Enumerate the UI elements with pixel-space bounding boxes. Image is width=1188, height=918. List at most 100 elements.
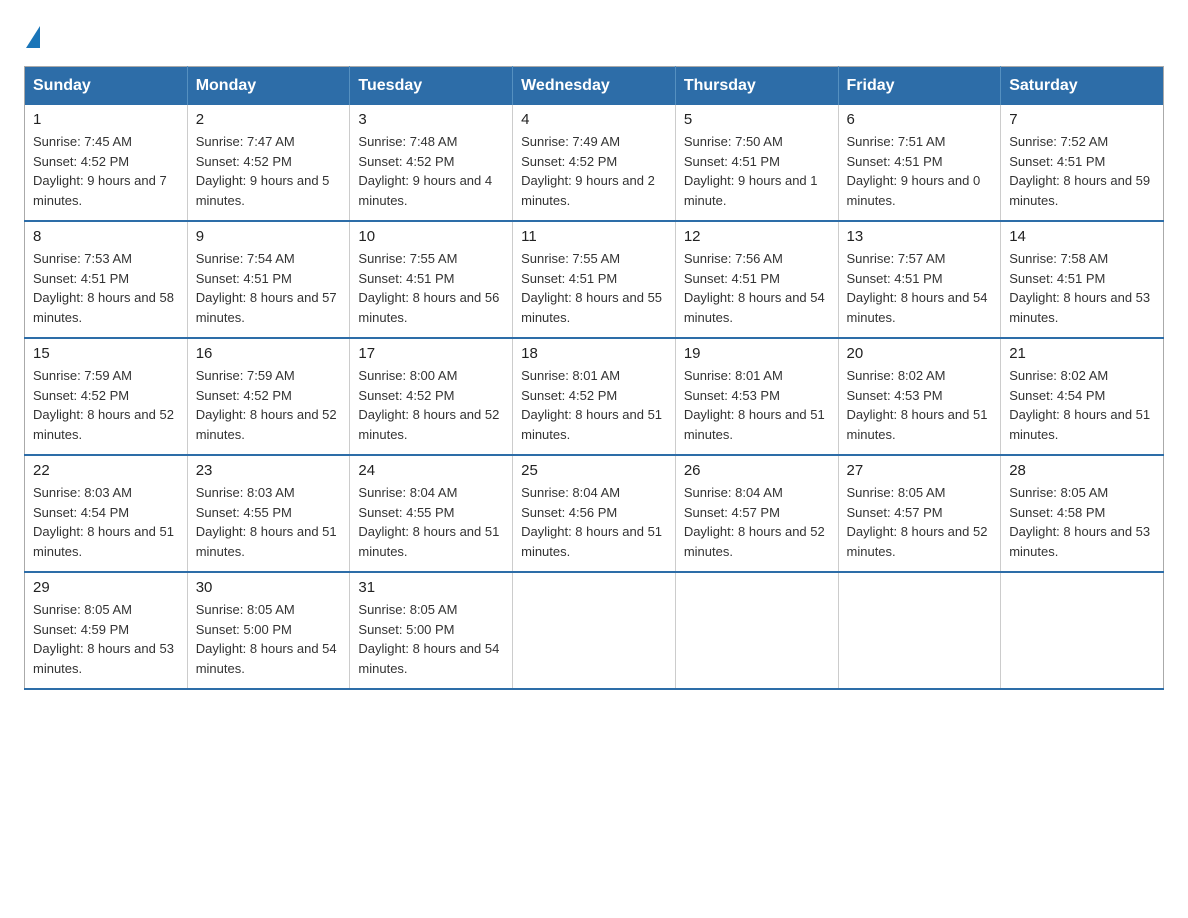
day-number: 20 <box>847 345 993 362</box>
col-thursday: Thursday <box>675 67 838 106</box>
calendar-cell: 23 Sunrise: 8:03 AM Sunset: 4:55 PM Dayl… <box>187 455 350 572</box>
page-header <box>24 24 1164 46</box>
day-info: Sunrise: 7:56 AM Sunset: 4:51 PM Dayligh… <box>684 249 830 327</box>
calendar-cell: 27 Sunrise: 8:05 AM Sunset: 4:57 PM Dayl… <box>838 455 1001 572</box>
calendar-cell: 24 Sunrise: 8:04 AM Sunset: 4:55 PM Dayl… <box>350 455 513 572</box>
day-number: 30 <box>196 579 342 596</box>
calendar-cell <box>1001 572 1164 689</box>
day-number: 9 <box>196 228 342 245</box>
calendar-cell: 15 Sunrise: 7:59 AM Sunset: 4:52 PM Dayl… <box>25 338 188 455</box>
day-info: Sunrise: 7:48 AM Sunset: 4:52 PM Dayligh… <box>358 132 504 210</box>
day-number: 7 <box>1009 111 1155 128</box>
calendar-table: Sunday Monday Tuesday Wednesday Thursday… <box>24 66 1164 690</box>
calendar-cell: 20 Sunrise: 8:02 AM Sunset: 4:53 PM Dayl… <box>838 338 1001 455</box>
calendar-cell: 8 Sunrise: 7:53 AM Sunset: 4:51 PM Dayli… <box>25 221 188 338</box>
day-info: Sunrise: 8:03 AM Sunset: 4:55 PM Dayligh… <box>196 483 342 561</box>
day-info: Sunrise: 8:01 AM Sunset: 4:52 PM Dayligh… <box>521 366 667 444</box>
day-info: Sunrise: 7:55 AM Sunset: 4:51 PM Dayligh… <box>521 249 667 327</box>
day-info: Sunrise: 7:59 AM Sunset: 4:52 PM Dayligh… <box>33 366 179 444</box>
calendar-body: 1 Sunrise: 7:45 AM Sunset: 4:52 PM Dayli… <box>25 105 1164 689</box>
days-of-week-row: Sunday Monday Tuesday Wednesday Thursday… <box>25 67 1164 106</box>
day-number: 27 <box>847 462 993 479</box>
day-number: 29 <box>33 579 179 596</box>
calendar-cell: 6 Sunrise: 7:51 AM Sunset: 4:51 PM Dayli… <box>838 105 1001 221</box>
calendar-cell <box>675 572 838 689</box>
calendar-cell: 12 Sunrise: 7:56 AM Sunset: 4:51 PM Dayl… <box>675 221 838 338</box>
col-wednesday: Wednesday <box>513 67 676 106</box>
day-number: 26 <box>684 462 830 479</box>
day-number: 10 <box>358 228 504 245</box>
calendar-cell <box>838 572 1001 689</box>
calendar-week-row: 29 Sunrise: 8:05 AM Sunset: 4:59 PM Dayl… <box>25 572 1164 689</box>
calendar-cell: 18 Sunrise: 8:01 AM Sunset: 4:52 PM Dayl… <box>513 338 676 455</box>
day-info: Sunrise: 8:02 AM Sunset: 4:54 PM Dayligh… <box>1009 366 1155 444</box>
day-info: Sunrise: 7:49 AM Sunset: 4:52 PM Dayligh… <box>521 132 667 210</box>
day-info: Sunrise: 7:55 AM Sunset: 4:51 PM Dayligh… <box>358 249 504 327</box>
calendar-week-row: 15 Sunrise: 7:59 AM Sunset: 4:52 PM Dayl… <box>25 338 1164 455</box>
day-number: 31 <box>358 579 504 596</box>
day-number: 11 <box>521 228 667 245</box>
day-info: Sunrise: 8:05 AM Sunset: 5:00 PM Dayligh… <box>358 600 504 678</box>
day-number: 22 <box>33 462 179 479</box>
day-number: 18 <box>521 345 667 362</box>
calendar-cell: 3 Sunrise: 7:48 AM Sunset: 4:52 PM Dayli… <box>350 105 513 221</box>
calendar-cell <box>513 572 676 689</box>
calendar-week-row: 8 Sunrise: 7:53 AM Sunset: 4:51 PM Dayli… <box>25 221 1164 338</box>
day-number: 23 <box>196 462 342 479</box>
col-tuesday: Tuesday <box>350 67 513 106</box>
day-number: 5 <box>684 111 830 128</box>
day-info: Sunrise: 8:03 AM Sunset: 4:54 PM Dayligh… <box>33 483 179 561</box>
day-number: 15 <box>33 345 179 362</box>
day-info: Sunrise: 8:04 AM Sunset: 4:55 PM Dayligh… <box>358 483 504 561</box>
day-number: 24 <box>358 462 504 479</box>
day-number: 16 <box>196 345 342 362</box>
calendar-cell: 28 Sunrise: 8:05 AM Sunset: 4:58 PM Dayl… <box>1001 455 1164 572</box>
calendar-cell: 26 Sunrise: 8:04 AM Sunset: 4:57 PM Dayl… <box>675 455 838 572</box>
day-number: 2 <box>196 111 342 128</box>
calendar-cell: 19 Sunrise: 8:01 AM Sunset: 4:53 PM Dayl… <box>675 338 838 455</box>
day-number: 3 <box>358 111 504 128</box>
day-info: Sunrise: 8:05 AM Sunset: 4:58 PM Dayligh… <box>1009 483 1155 561</box>
calendar-week-row: 22 Sunrise: 8:03 AM Sunset: 4:54 PM Dayl… <box>25 455 1164 572</box>
calendar-week-row: 1 Sunrise: 7:45 AM Sunset: 4:52 PM Dayli… <box>25 105 1164 221</box>
calendar-cell: 16 Sunrise: 7:59 AM Sunset: 4:52 PM Dayl… <box>187 338 350 455</box>
day-info: Sunrise: 7:58 AM Sunset: 4:51 PM Dayligh… <box>1009 249 1155 327</box>
day-number: 14 <box>1009 228 1155 245</box>
day-number: 13 <box>847 228 993 245</box>
day-number: 4 <box>521 111 667 128</box>
logo <box>24 24 42 46</box>
day-number: 6 <box>847 111 993 128</box>
day-number: 21 <box>1009 345 1155 362</box>
calendar-cell: 5 Sunrise: 7:50 AM Sunset: 4:51 PM Dayli… <box>675 105 838 221</box>
calendar-cell: 2 Sunrise: 7:47 AM Sunset: 4:52 PM Dayli… <box>187 105 350 221</box>
calendar-cell: 17 Sunrise: 8:00 AM Sunset: 4:52 PM Dayl… <box>350 338 513 455</box>
day-number: 12 <box>684 228 830 245</box>
col-saturday: Saturday <box>1001 67 1164 106</box>
col-monday: Monday <box>187 67 350 106</box>
day-info: Sunrise: 7:51 AM Sunset: 4:51 PM Dayligh… <box>847 132 993 210</box>
col-friday: Friday <box>838 67 1001 106</box>
calendar-cell: 29 Sunrise: 8:05 AM Sunset: 4:59 PM Dayl… <box>25 572 188 689</box>
calendar-cell: 31 Sunrise: 8:05 AM Sunset: 5:00 PM Dayl… <box>350 572 513 689</box>
day-number: 25 <box>521 462 667 479</box>
day-number: 17 <box>358 345 504 362</box>
calendar-cell: 30 Sunrise: 8:05 AM Sunset: 5:00 PM Dayl… <box>187 572 350 689</box>
day-info: Sunrise: 7:54 AM Sunset: 4:51 PM Dayligh… <box>196 249 342 327</box>
calendar-cell: 14 Sunrise: 7:58 AM Sunset: 4:51 PM Dayl… <box>1001 221 1164 338</box>
calendar-cell: 22 Sunrise: 8:03 AM Sunset: 4:54 PM Dayl… <box>25 455 188 572</box>
logo-triangle-icon <box>26 26 40 48</box>
calendar-cell: 7 Sunrise: 7:52 AM Sunset: 4:51 PM Dayli… <box>1001 105 1164 221</box>
day-number: 8 <box>33 228 179 245</box>
day-info: Sunrise: 8:05 AM Sunset: 4:59 PM Dayligh… <box>33 600 179 678</box>
day-info: Sunrise: 8:00 AM Sunset: 4:52 PM Dayligh… <box>358 366 504 444</box>
calendar-cell: 25 Sunrise: 8:04 AM Sunset: 4:56 PM Dayl… <box>513 455 676 572</box>
day-info: Sunrise: 8:02 AM Sunset: 4:53 PM Dayligh… <box>847 366 993 444</box>
day-info: Sunrise: 8:04 AM Sunset: 4:57 PM Dayligh… <box>684 483 830 561</box>
day-info: Sunrise: 7:45 AM Sunset: 4:52 PM Dayligh… <box>33 132 179 210</box>
col-sunday: Sunday <box>25 67 188 106</box>
day-info: Sunrise: 8:05 AM Sunset: 4:57 PM Dayligh… <box>847 483 993 561</box>
calendar-cell: 11 Sunrise: 7:55 AM Sunset: 4:51 PM Dayl… <box>513 221 676 338</box>
calendar-cell: 1 Sunrise: 7:45 AM Sunset: 4:52 PM Dayli… <box>25 105 188 221</box>
day-number: 19 <box>684 345 830 362</box>
day-info: Sunrise: 7:50 AM Sunset: 4:51 PM Dayligh… <box>684 132 830 210</box>
